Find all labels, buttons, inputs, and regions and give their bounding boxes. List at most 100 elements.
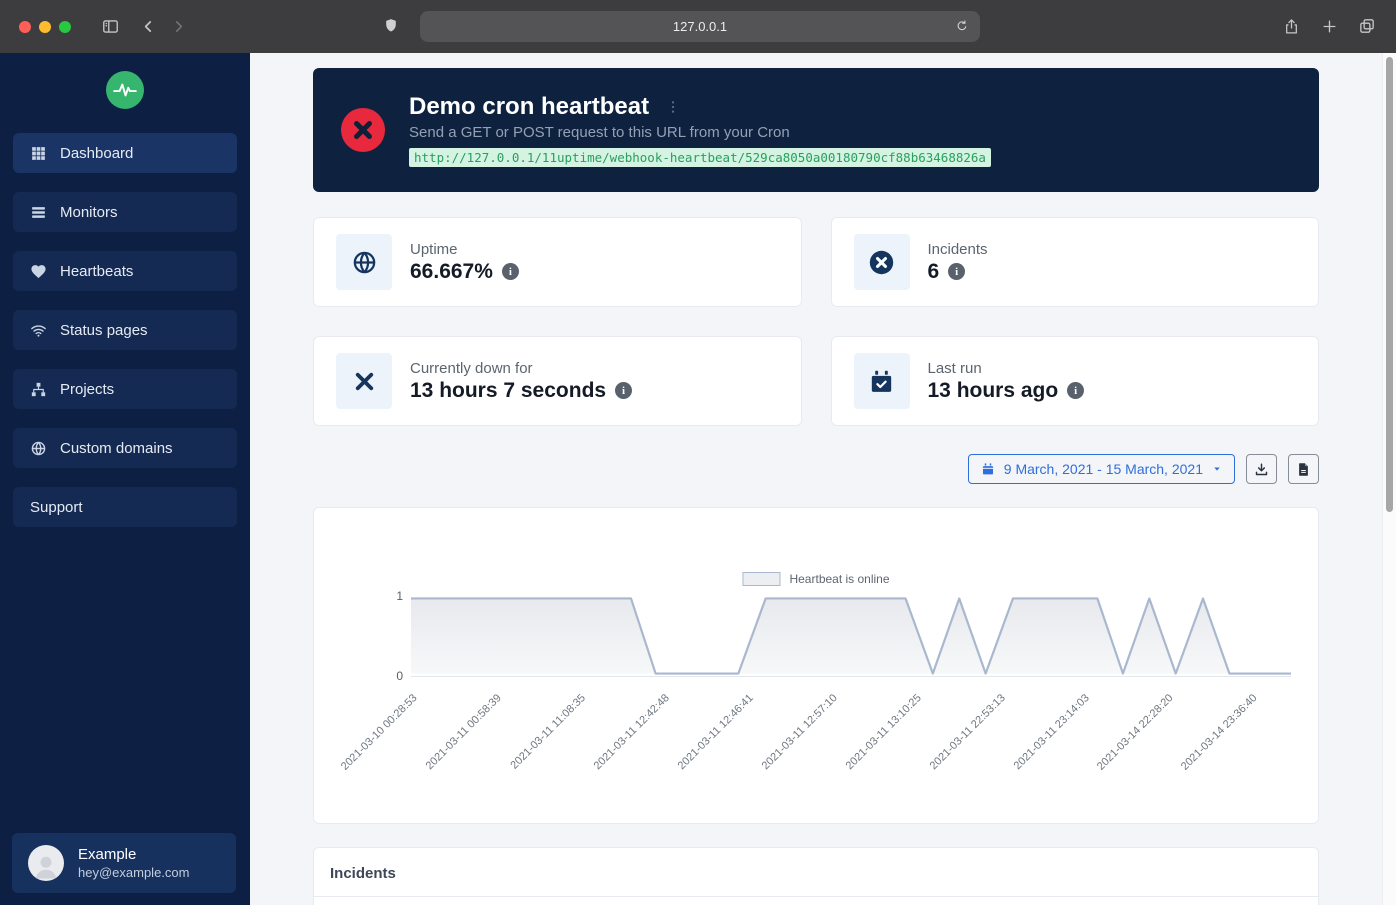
address-bar[interactable]: 127.0.0.1 xyxy=(420,11,980,42)
minimize-window-button[interactable] xyxy=(39,21,51,33)
pulse-icon xyxy=(112,77,138,103)
app-logo[interactable] xyxy=(106,71,144,109)
stat-icon-box xyxy=(336,353,392,409)
x-tick-label: 2021-03-11 00:58:39 xyxy=(423,692,503,772)
chart-plot-area: 1 0 xyxy=(411,596,1291,677)
scrollbar-track[interactable] xyxy=(1382,53,1396,905)
x-tick-label: 2021-03-11 23:14:03 xyxy=(1012,692,1092,772)
stat-icon-box xyxy=(854,234,910,290)
sidebar-item-label: Heartbeats xyxy=(60,263,133,280)
page-title: Demo cron heartbeat xyxy=(409,93,649,121)
x-tick-label: 2021-03-11 12:57:10 xyxy=(760,692,840,772)
sidebar-item-label: Custom domains xyxy=(60,440,173,457)
x-tick-label: 2021-03-11 12:42:48 xyxy=(591,692,671,772)
x-tick-label: 2021-03-10 00:28:53 xyxy=(339,692,420,773)
status-down-icon xyxy=(341,108,385,152)
browser-chrome: 127.0.0.1 xyxy=(0,0,1396,53)
sidebar-item-projects[interactable]: Projects xyxy=(13,369,237,409)
url-text: 127.0.0.1 xyxy=(673,19,727,34)
wifi-icon xyxy=(30,322,47,339)
user-name: Example xyxy=(78,846,189,863)
y-tick-0: 0 xyxy=(379,669,403,683)
sidebar-item-dashboard[interactable]: Dashboard xyxy=(13,133,237,173)
sidebar-item-monitors[interactable]: Monitors xyxy=(13,192,237,232)
chart-legend: Heartbeat is online xyxy=(742,572,889,586)
globe-icon xyxy=(30,440,47,457)
stat-label: Currently down for xyxy=(410,360,632,377)
heartbeat-chart-card: Heartbeat is online 1 0 2021-03-10 00:28… xyxy=(313,507,1319,824)
main-content: Demo cron heartbeat Send a GET or POST r… xyxy=(250,53,1396,905)
caret-down-icon xyxy=(1212,464,1222,474)
stat-value: 13 hours ago xyxy=(928,379,1059,403)
x-mark-icon xyxy=(351,368,378,395)
download-icon xyxy=(1254,462,1269,477)
stat-card-incidents: Incidents6i xyxy=(831,217,1320,307)
download-csv-button[interactable] xyxy=(1246,454,1277,484)
sidebar: Dashboard Monitors Heartbeats Status pages P… xyxy=(0,53,250,905)
back-button[interactable] xyxy=(133,12,163,42)
info-icon[interactable]: i xyxy=(502,263,519,280)
date-range-button[interactable]: 9 March, 2021 - 15 March, 2021 xyxy=(968,454,1235,484)
stat-label: Uptime xyxy=(410,241,519,258)
list-icon xyxy=(30,204,47,221)
person-icon xyxy=(31,851,61,881)
sidebar-nav: Dashboard Monitors Heartbeats Status pages P… xyxy=(0,133,250,527)
user-card[interactable]: Example hey@example.com xyxy=(12,833,236,893)
forward-button[interactable] xyxy=(163,12,193,42)
heartbeat-banner: Demo cron heartbeat Send a GET or POST r… xyxy=(313,68,1319,192)
stat-card-uptime: Uptime 66.667% i xyxy=(313,217,802,307)
globe-icon xyxy=(351,249,378,276)
sidebar-item-heartbeats[interactable]: Heartbeats xyxy=(13,251,237,291)
avatar xyxy=(28,845,64,881)
stat-card-currently-down-for: Currently down for 13 hours 7 seconds i xyxy=(313,336,802,426)
stat-icon-box xyxy=(854,353,910,409)
sidebar-item-label: Projects xyxy=(60,381,114,398)
stat-label: Last run xyxy=(928,360,1085,377)
grid-icon xyxy=(30,145,47,162)
new-tab-icon[interactable] xyxy=(1314,11,1344,41)
sidebar-item-support[interactable]: Support xyxy=(13,487,237,527)
calendar-icon xyxy=(981,462,995,476)
privacy-shield-icon[interactable] xyxy=(383,16,399,35)
area-chart xyxy=(411,596,1291,676)
sidebar-item-status-pages[interactable]: Status pages xyxy=(13,310,237,350)
info-icon[interactable]: i xyxy=(615,382,632,399)
download-pdf-button[interactable] xyxy=(1288,454,1319,484)
stat-card-last-run: Last run 13 hours ago i xyxy=(831,336,1320,426)
share-icon[interactable] xyxy=(1276,11,1306,41)
x-tick-label: 2021-03-11 13:10:25 xyxy=(844,692,924,772)
sidebar-item-label: Dashboard xyxy=(60,145,133,162)
stat-value: 13 hours 7 seconds xyxy=(410,379,606,403)
x-circle-icon xyxy=(868,249,895,276)
sidebar-item-label: Monitors xyxy=(60,204,118,221)
sidebar-item-label: Status pages xyxy=(60,322,148,339)
x-tick-label: 2021-03-14 23:36:40 xyxy=(1179,692,1260,773)
more-options-icon[interactable] xyxy=(665,99,681,115)
date-range-label: 9 March, 2021 - 15 March, 2021 xyxy=(1004,461,1203,477)
scrollbar-thumb[interactable] xyxy=(1386,57,1393,512)
banner-subtitle: Send a GET or POST request to this URL f… xyxy=(409,124,991,141)
sidebar-toggle-icon[interactable] xyxy=(95,12,125,42)
info-icon[interactable]: i xyxy=(948,263,965,280)
close-window-button[interactable] xyxy=(19,21,31,33)
user-email: hey@example.com xyxy=(78,865,189,880)
incidents-header: Incidents xyxy=(314,848,1318,897)
stat-value: 66.667% xyxy=(410,260,493,284)
sidebar-item-custom-domains[interactable]: Custom domains xyxy=(13,428,237,468)
x-tick-label: 2021-03-14 22:28:20 xyxy=(1095,692,1176,773)
reload-icon[interactable] xyxy=(950,14,974,38)
incidents-card: Incidents xyxy=(313,847,1319,905)
webhook-url: http://127.0.0.1/11uptime/webhook-heartb… xyxy=(409,148,991,167)
legend-swatch xyxy=(742,572,780,586)
window-controls xyxy=(19,21,71,33)
heart-icon xyxy=(30,263,47,280)
zoom-window-button[interactable] xyxy=(59,21,71,33)
info-icon[interactable]: i xyxy=(1067,382,1084,399)
stats-grid: Uptime66.667%iIncidents6iCurrently down … xyxy=(313,217,1319,426)
x-tick-label: 2021-03-11 22:53:13 xyxy=(928,692,1008,772)
toolbar: 9 March, 2021 - 15 March, 2021 xyxy=(313,454,1319,484)
calendar-check-icon xyxy=(868,368,895,395)
stat-icon-box xyxy=(336,234,392,290)
tab-overview-icon[interactable] xyxy=(1352,11,1382,41)
sidebar-item-label: Support xyxy=(30,499,83,516)
